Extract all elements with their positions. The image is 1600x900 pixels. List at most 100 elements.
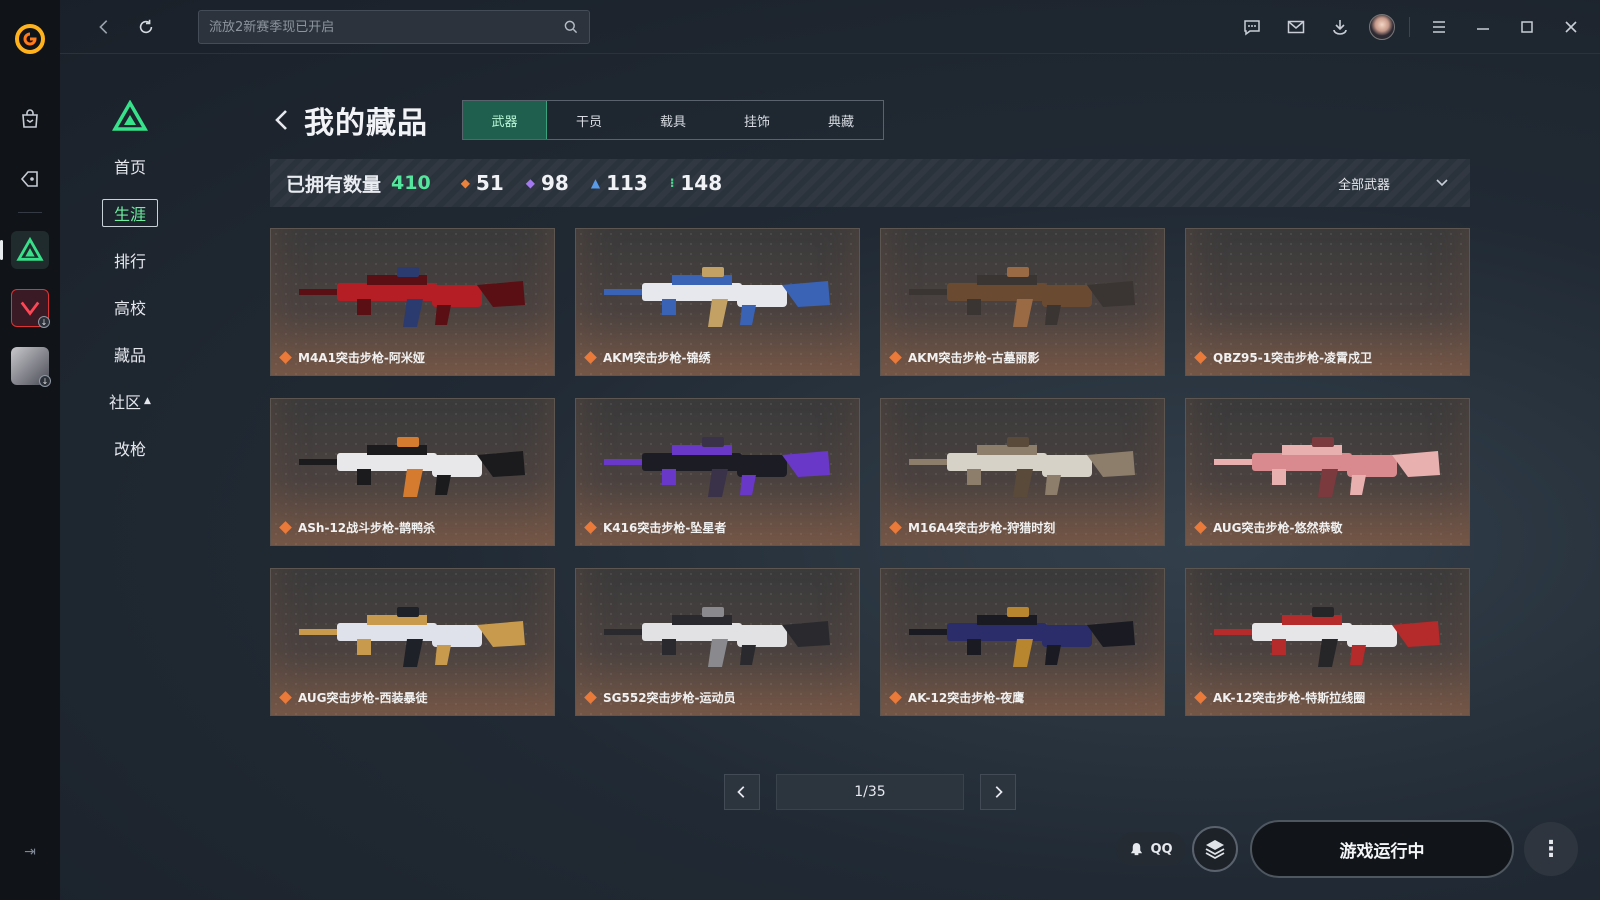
weapon-skin-card[interactable]: ASh-12战斗步枪-鹊鸭杀 <box>270 398 555 546</box>
nav-item-community[interactable]: 社区 ▲ <box>102 387 158 415</box>
next-page-button[interactable] <box>980 774 1016 810</box>
rarity-diamond-icon <box>584 691 597 704</box>
weapon-skin-card[interactable]: QBZ95-1突击步枪-凌霄戍卫 <box>1185 228 1470 376</box>
close-icon[interactable] <box>1556 12 1586 42</box>
rarity-count-value: 113 <box>606 171 648 195</box>
qq-login-button[interactable]: QQ <box>1116 832 1186 866</box>
orange-gem-icon: ◆ <box>460 176 470 190</box>
weapon-skin-card[interactable]: M4A1突击步枪-阿米娅 <box>270 228 555 376</box>
rarity-diamond-icon <box>889 351 902 364</box>
page-indicator: 1/35 <box>776 774 964 810</box>
tab-charms[interactable]: 挂饰 <box>715 101 799 139</box>
rarity-count-purple: ◆ 98 <box>526 171 569 195</box>
download-icon[interactable] <box>1325 12 1355 42</box>
rarity-diamond-icon <box>889 691 902 704</box>
weapon-image <box>604 607 830 667</box>
search-icon[interactable] <box>563 19 579 35</box>
nav-item-home[interactable]: 首页 <box>102 152 158 180</box>
search-input[interactable] <box>209 19 563 35</box>
tab-vehicles[interactable]: 载具 <box>631 101 715 139</box>
weapon-skin-grid: M4A1突击步枪-阿米娅 AKM突击步枪-锦绣 AKM突击步枪-古墓丽影 QBZ… <box>270 228 1470 716</box>
game-assistant-button[interactable] <box>1192 826 1238 872</box>
tag-icon[interactable] <box>15 164 45 194</box>
mail-icon[interactable] <box>1281 12 1311 42</box>
tab-operators[interactable]: 干员 <box>547 101 631 139</box>
back-arrow-icon[interactable] <box>270 107 296 133</box>
rarity-count-value: 98 <box>541 171 569 195</box>
menu-icon[interactable] <box>1424 12 1454 42</box>
weapon-skin-card[interactable]: K416突击步枪-坠星者 <box>575 398 860 546</box>
weapon-skin-caption: AKM突击步枪-古墓丽影 <box>889 349 1040 366</box>
section-nav: 首页 生涯 排行 高校 藏品 社区 ▲ 改枪 <box>100 100 160 481</box>
weapon-skin-name: K416突击步枪-坠星者 <box>603 521 727 535</box>
weapon-skin-card[interactable]: AKM突击步枪-古墓丽影 <box>880 228 1165 376</box>
weapon-skin-name: ASh-12战斗步枪-鹊鸭杀 <box>298 521 436 535</box>
download-badge-icon: ↓ <box>38 316 50 328</box>
chevron-right-icon <box>995 786 1003 798</box>
weapon-skin-name: AUG突击步枪-西装暴徒 <box>298 691 428 705</box>
weapon-skin-card[interactable]: SG552突击步枪-运动员 <box>575 568 860 716</box>
weapon-skin-card[interactable]: M16A4突击步枪-狩猎时刻 <box>880 398 1165 546</box>
weapon-skin-name: AK-12突击步枪-夜鹰 <box>908 691 1025 705</box>
rarity-diamond-icon <box>279 691 292 704</box>
rarity-diamond-icon <box>584 351 597 364</box>
more-options-button[interactable]: ⋮ <box>1524 822 1578 876</box>
refresh-icon[interactable] <box>132 13 160 41</box>
weapon-image <box>299 437 525 497</box>
weapon-image <box>299 267 525 327</box>
chevron-left-icon <box>737 786 745 798</box>
weapon-filter-dropdown[interactable]: 全部武器 <box>1338 159 1450 207</box>
rarity-diamond-icon <box>279 351 292 364</box>
chat-icon[interactable] <box>1237 12 1267 42</box>
nav-item-collection[interactable]: 藏品 <box>102 340 158 368</box>
maximize-icon[interactable] <box>1512 12 1542 42</box>
pagination: 1/35 <box>724 774 1016 810</box>
weapon-skin-card[interactable]: AUG突击步枪-悠然恭敬 <box>1185 398 1470 546</box>
nav-item-ranking[interactable]: 排行 <box>102 246 158 274</box>
collapse-sidebar-icon[interactable]: ⇥ <box>24 844 36 860</box>
weapon-skin-card[interactable]: AK-12突击步枪-特斯拉线圈 <box>1185 568 1470 716</box>
rarity-count-value: 51 <box>475 171 504 195</box>
tab-weapons[interactable]: 武器 <box>463 101 547 139</box>
download-badge-icon: ↓ <box>39 375 51 387</box>
game-character-icon[interactable]: ↓ <box>11 347 51 387</box>
store-bag-icon[interactable] <box>15 104 45 134</box>
weapon-skin-name: QBZ95-1突击步枪-凌霄戍卫 <box>1213 351 1373 365</box>
tab-prestige[interactable]: 典藏 <box>799 101 883 139</box>
category-tabs: 武器 干员 载具 挂饰 典藏 <box>462 100 884 140</box>
blue-gem-icon: ▲ <box>590 176 601 190</box>
weapon-skin-card[interactable]: AKM突击步枪-锦绣 <box>575 228 860 376</box>
weapon-image <box>909 607 1135 667</box>
rarity-diamond-icon <box>1194 521 1207 534</box>
weapon-skin-name: M16A4突击步枪-狩猎时刻 <box>908 521 1056 535</box>
nav-item-career[interactable]: 生涯 <box>102 199 158 227</box>
weapon-skin-caption: SG552突击步枪-运动员 <box>584 689 736 706</box>
weapon-skin-caption: AK-12突击步枪-夜鹰 <box>889 689 1025 706</box>
nav-item-college[interactable]: 高校 <box>102 293 158 321</box>
user-avatar[interactable] <box>1369 14 1395 40</box>
game-valorant-icon[interactable]: ↓ <box>11 289 50 328</box>
minimize-icon[interactable] <box>1468 12 1498 42</box>
launch-game-button[interactable]: 游戏运行中 <box>1250 820 1514 878</box>
back-nav-icon[interactable] <box>90 13 118 41</box>
weapon-skin-card[interactable]: AK-12突击步枪-夜鹰 <box>880 568 1165 716</box>
rarity-diamond-icon <box>1194 351 1207 364</box>
owned-count-label: 已拥有数量 <box>286 173 382 196</box>
rail-divider <box>18 212 42 213</box>
weapon-skin-name: AKM突击步枪-古墓丽影 <box>908 351 1040 365</box>
nav-item-gunsmith[interactable]: 改枪 <box>102 434 158 462</box>
weapon-skin-caption: AK-12突击步枪-特斯拉线圈 <box>1194 689 1365 706</box>
weapon-skin-name: AUG突击步枪-悠然恭敬 <box>1213 521 1343 535</box>
game-delta-force-icon[interactable] <box>0 231 49 269</box>
weapon-skin-card[interactable]: AUG突击步枪-西装暴徒 <box>270 568 555 716</box>
owned-count-total: 410 <box>391 172 431 194</box>
top-bar <box>60 0 1600 54</box>
prev-page-button[interactable] <box>724 774 760 810</box>
rarity-count-green: ⁝ 148 <box>670 171 722 195</box>
rarity-diamond-icon <box>1194 691 1207 704</box>
weapon-skin-name: SG552突击步枪-运动员 <box>603 691 736 705</box>
search-box <box>198 10 590 44</box>
rarity-diamond-icon <box>279 521 292 534</box>
purple-gem-icon: ◆ <box>525 176 535 190</box>
rarity-count-value: 148 <box>680 171 723 195</box>
